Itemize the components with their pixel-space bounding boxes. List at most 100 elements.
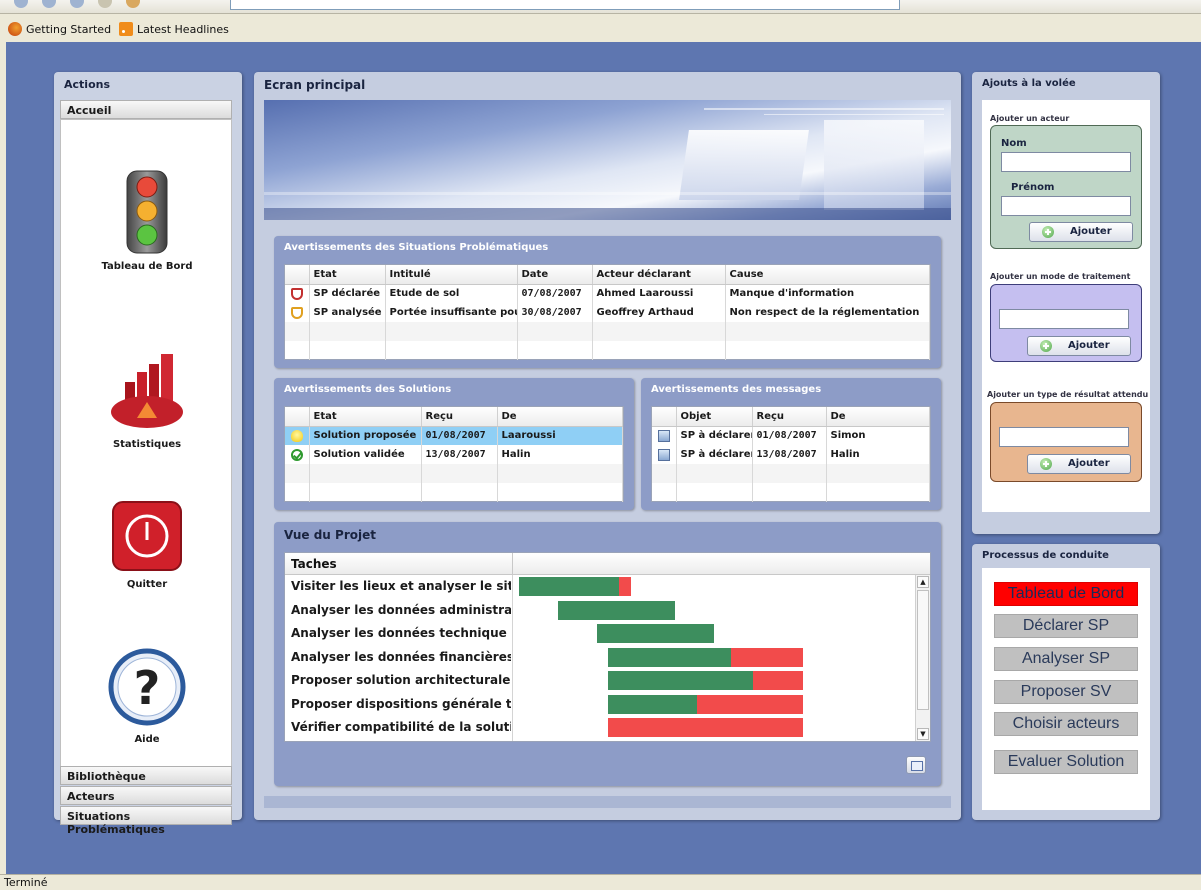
prenom-label: Prénom [1011,182,1055,193]
gantt-bar-red[interactable] [753,671,804,690]
accordion-acteurs[interactable]: Acteurs [60,786,232,805]
ajouter-traitement-button[interactable]: Ajouter [1027,336,1131,356]
step-proposer-sv-button[interactable]: Proposer SV [994,680,1138,704]
solutions-table: Etat Reçu De Solution proposée 01/08/200… [284,406,624,502]
cell-date: 30/08/2007 [517,303,593,322]
url-bar[interactable] [230,0,900,10]
gantt-bar-red[interactable] [730,647,804,667]
home-icon[interactable] [126,0,140,8]
column-header[interactable]: Acteur déclarant [592,265,726,285]
step-analyser-sp-button[interactable]: Analyser SP [994,647,1138,671]
step-evaluer-solution-button[interactable]: Evaluer Solution [994,750,1138,774]
table-row [285,483,623,502]
cell-etat: SP déclarée [309,284,386,303]
tile-label: Aide [134,734,160,745]
cell-de: Halin [826,445,930,464]
step-declarer-sp-button[interactable]: Déclarer SP [994,614,1138,638]
cell-acteur: Ahmed Laaroussi [592,284,726,303]
button-label: Ajouter [1068,458,1110,469]
cell-intitule: Portée insuffisante pou [385,303,518,322]
cell-cause: Non respect de la réglementation [725,303,930,322]
cell-intitule: Etude de sol [385,284,518,303]
table-row[interactable]: SP analysée Portée insuffisante pou 30/0… [285,303,930,322]
gantt-chart: Taches Visiter les lieux et analyser le … [284,552,931,742]
bookmark-label: Latest Headlines [137,22,229,36]
gantt-bar-red[interactable] [697,694,804,714]
gantt-bar-red[interactable] [608,718,804,737]
scroll-thumb[interactable] [917,590,929,710]
export-button[interactable] [906,756,926,774]
tile-aide[interactable]: ? Aide [61,647,233,745]
ajouter-resultat-button[interactable]: Ajouter [1027,454,1131,474]
table-row[interactable]: SP à déclarer 01/08/2007 Simon [652,426,930,445]
messages-title: Avertissements des messages [651,384,822,395]
column-header[interactable]: Etat [309,407,422,427]
column-header[interactable]: De [497,407,623,427]
scroll-down-icon[interactable]: ▼ [917,728,929,740]
cell-etat: Solution proposée [309,426,422,445]
prenom-input[interactable] [1001,196,1131,216]
step-tableau-de-bord-button[interactable]: Tableau de Bord [994,582,1138,606]
actions-title: Actions [64,78,110,91]
column-header[interactable]: Etat [309,265,386,285]
tile-statistiques[interactable]: Statistiques [61,352,233,450]
gantt-bar-green[interactable] [608,647,731,667]
processus-content: Tableau de Bord Déclarer SP Analyser SP … [982,568,1150,810]
help-icon: ? [108,648,186,726]
cell-objet: SP à déclarer [676,426,753,445]
ajouter-acteur-button[interactable]: Ajouter [1029,222,1133,242]
table-row[interactable]: Solution proposée 01/08/2007 Laaroussi [285,426,623,445]
accordion-bibliotheque[interactable]: Bibliothèque [60,766,232,785]
sp-table: Etat Intitulé Date Acteur déclarant Caus… [284,264,931,360]
tasks-header: Taches [291,557,337,571]
app-area: Actions Accueil Tableau de Bord Statisti… [6,42,1201,874]
column-header[interactable] [652,407,677,427]
gantt-bar-green[interactable] [608,671,754,690]
accordion-situations[interactable]: Situations Problématiques [60,806,232,836]
gantt-scrollbar[interactable]: ▲ ▼ [915,575,930,741]
traitement-input[interactable] [999,309,1129,329]
gantt-bar-green[interactable] [558,600,676,620]
gantt-task-label: Analyser les données administratives [291,602,511,617]
column-header[interactable] [285,407,310,427]
ajouts-content: Ajouter un acteur Nom Prénom Ajouter Ajo… [982,100,1150,512]
column-header[interactable]: Objet [676,407,753,427]
table-row[interactable]: Solution validée 13/08/2007 Halin [285,445,623,464]
chart-stats-icon [111,354,183,428]
gantt-bar-green[interactable] [608,694,698,714]
forward-icon[interactable] [42,0,56,8]
tile-label: Statistiques [112,439,182,450]
step-choisir-acteurs-button[interactable]: Choisir acteurs [994,712,1138,736]
power-icon [112,501,182,571]
tile-label: Tableau de Bord [101,261,193,272]
column-header[interactable]: Reçu [752,407,827,427]
gantt-bar-red[interactable] [619,577,631,596]
gantt-bar-green[interactable] [519,577,620,596]
column-header[interactable]: Intitulé [385,265,518,285]
gantt-bar-green[interactable] [597,624,715,643]
table-row[interactable]: SP à déclarer 13/08/2007 Halin [652,445,930,464]
back-icon[interactable] [14,0,28,8]
tile-quitter[interactable]: Quitter [61,500,233,590]
tile-label: Quitter [126,579,168,590]
nom-input[interactable] [1001,152,1131,172]
cell-recu: 13/08/2007 [421,445,498,464]
table-row[interactable]: SP déclarée Etude de sol 07/08/2007 Ahme… [285,284,930,303]
column-header[interactable] [285,265,310,285]
column-header[interactable]: Cause [725,265,930,285]
column-header[interactable]: Reçu [421,407,498,427]
accordion-accueil[interactable]: Accueil [60,100,232,119]
resultat-input[interactable] [999,427,1129,447]
gantt-header: Taches [285,553,930,575]
cell-acteur: Geoffrey Arthaud [592,303,726,322]
bookmark-latest-headlines[interactable]: Latest Headlines [119,22,229,36]
bookmark-getting-started[interactable]: Getting Started [8,22,111,36]
scroll-up-icon[interactable]: ▲ [917,576,929,588]
column-header[interactable]: Date [517,265,593,285]
rss-icon [119,22,134,36]
cell-recu: 01/08/2007 [421,426,498,445]
column-header[interactable]: De [826,407,930,427]
reload-icon[interactable] [70,0,84,8]
stop-icon[interactable] [98,0,112,8]
tile-tableau-de-bord[interactable]: Tableau de Bord [61,170,233,272]
